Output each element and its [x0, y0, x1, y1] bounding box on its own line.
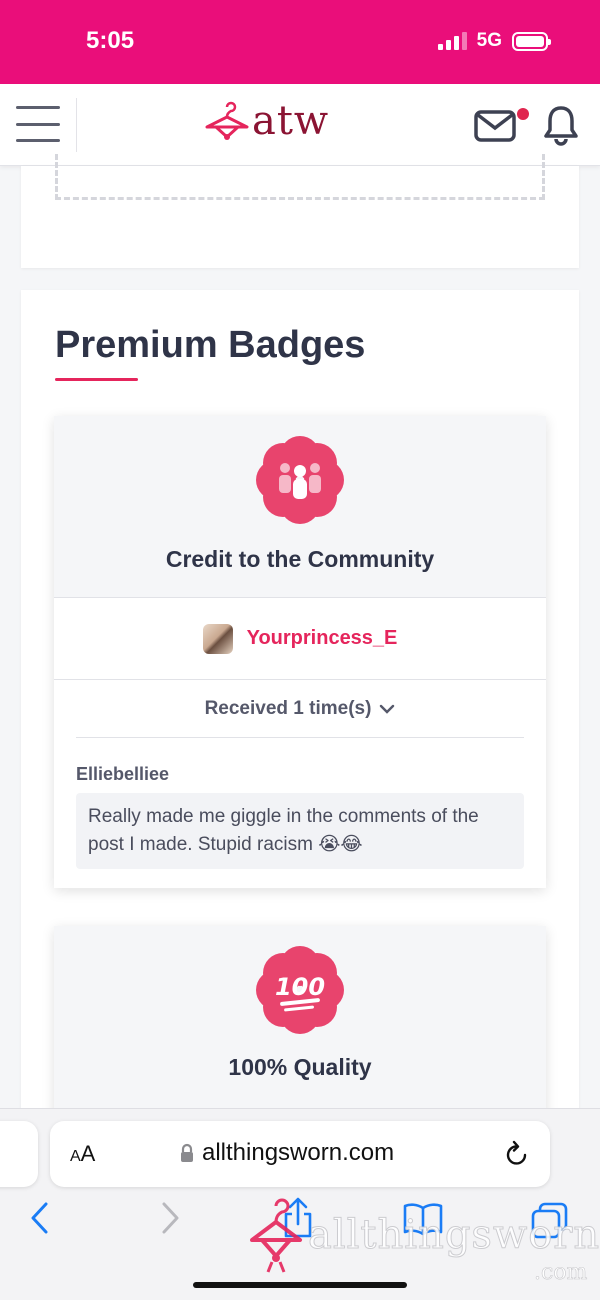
battery-icon	[512, 31, 551, 51]
received-label: Received 1 time(s)	[204, 697, 372, 719]
avatar	[202, 623, 233, 654]
status-time: 5:05	[86, 27, 135, 54]
community-badge-icon	[256, 436, 344, 524]
hamburger-icon[interactable]	[16, 106, 60, 142]
forward-icon[interactable]	[158, 1198, 182, 1238]
watermark-text: allthingsworn	[307, 1212, 600, 1259]
mail-icon[interactable]	[474, 110, 516, 142]
signal-icon	[437, 32, 467, 50]
badge-card: Credit to the Community Yourprincess_E R…	[54, 416, 546, 888]
received-toggle[interactable]: Received 1 time(s)	[76, 680, 524, 738]
aa-large: A	[80, 1141, 96, 1166]
previous-section-card	[21, 154, 579, 268]
back-icon[interactable]	[28, 1198, 52, 1238]
previous-tab-preview[interactable]	[0, 1121, 38, 1187]
url-display[interactable]: allthingsworn.com	[180, 1139, 394, 1167]
url-text: allthingsworn.com	[202, 1139, 395, 1166]
hanger-watermark-icon	[250, 1198, 302, 1273]
badge-name: 100% Quality	[228, 1054, 372, 1080]
bell-icon[interactable]	[542, 104, 580, 146]
badge-giver[interactable]: Yourprincess_E	[54, 598, 546, 680]
hanger-logo-icon	[205, 101, 249, 140]
lock-icon	[181, 1143, 193, 1162]
status-bar: 5:05 5G	[0, 0, 600, 84]
reader-settings-button[interactable]: AA	[70, 1141, 95, 1167]
home-indicator	[193, 1282, 407, 1288]
badge-header: 100 100% Quality	[54, 926, 546, 1120]
header-divider	[76, 98, 77, 152]
hundred-text: 100	[275, 973, 325, 1001]
section-title: Premium Badges	[55, 324, 366, 366]
status-indicators: 5G	[437, 30, 551, 52]
badge-header: Credit to the Community	[54, 416, 546, 598]
watermark-suffix: .com	[534, 1260, 588, 1286]
site-logo[interactable]: atw	[204, 98, 329, 144]
unread-indicator	[517, 108, 529, 120]
network-type: 5G	[476, 30, 502, 51]
badge-card: 100 100% Quality	[54, 926, 546, 1120]
badge-name: Credit to the Community	[165, 546, 435, 572]
giver-username[interactable]: Yourprincess_E	[247, 627, 398, 650]
premium-badges-section: Premium Badges Credit to the Community Y…	[21, 290, 579, 1120]
chevron-down-icon	[380, 704, 395, 714]
reload-icon[interactable]	[504, 1140, 530, 1168]
address-bar[interactable]: AA allthingsworn.com	[50, 1121, 550, 1187]
logo-text: atw	[252, 98, 330, 144]
title-underline	[55, 378, 138, 381]
hundred-badge-icon: 100	[256, 946, 344, 1034]
comment-text: Really made me giggle in the comments of…	[76, 793, 524, 869]
dashed-placeholder	[55, 154, 545, 200]
aa-small: A	[70, 1148, 81, 1165]
comment-author: Elliebelliee	[76, 764, 170, 784]
